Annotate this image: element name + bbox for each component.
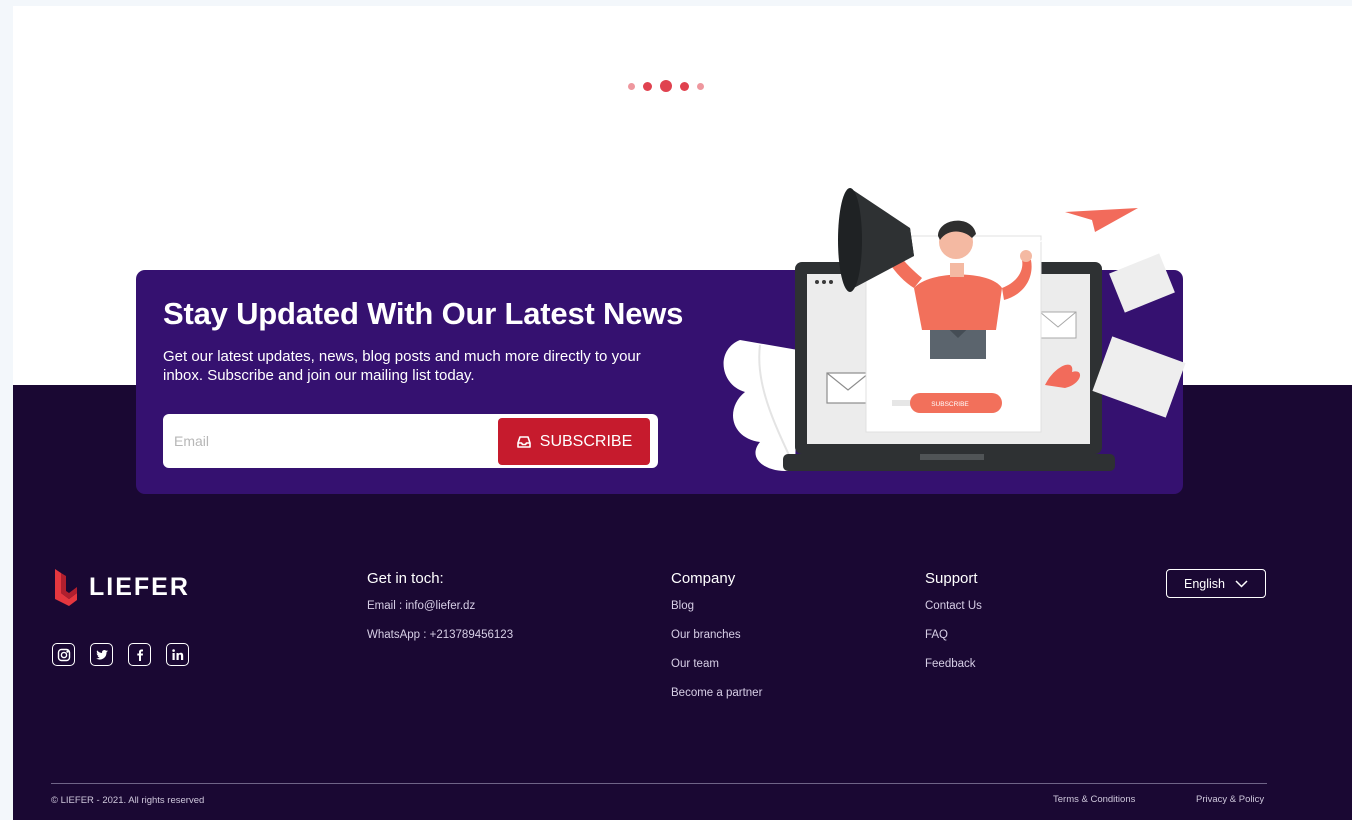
social-links <box>52 643 189 666</box>
carousel-dot-4[interactable] <box>680 81 689 91</box>
carousel-dot-5[interactable] <box>697 82 704 90</box>
liefer-logo-icon <box>55 569 77 606</box>
facebook-link[interactable] <box>128 643 151 666</box>
twitter-link[interactable] <box>90 643 113 666</box>
newsletter-title: Stay Updated With Our Latest News <box>163 296 684 331</box>
carousel-dots <box>628 80 704 92</box>
company-link-blog[interactable]: Blog <box>671 599 762 628</box>
newsletter-form: SUBSCRIBE <box>163 414 658 468</box>
email-input[interactable] <box>163 414 493 468</box>
support-link-contact[interactable]: Contact Us <box>925 599 982 628</box>
company-link-branches[interactable]: Our branches <box>671 628 762 657</box>
copyright-text: © LIEFER - 2021. All rights reserved <box>51 795 205 806</box>
chevron-down-icon <box>1235 579 1248 588</box>
instagram-link[interactable] <box>52 643 75 666</box>
carousel-dot-2[interactable] <box>643 81 652 91</box>
instagram-icon <box>57 648 70 661</box>
support-link-feedback[interactable]: Feedback <box>925 657 982 686</box>
newsletter-illustration: SUBSCRIBE <box>723 188 1186 471</box>
linkedin-icon <box>171 648 183 660</box>
twitter-icon <box>95 649 108 660</box>
contact-title: Get in toch: <box>367 570 444 587</box>
contact-email[interactable]: Email : info@liefer.dz <box>367 599 513 628</box>
company-column: Company Blog Our branches Our team Becom… <box>671 570 762 715</box>
linkedin-link[interactable] <box>166 643 189 666</box>
subscribe-label: SUBSCRIBE <box>539 432 633 450</box>
footer-divider <box>51 783 1267 784</box>
company-title: Company <box>671 570 736 587</box>
privacy-link[interactable]: Privacy & Policy <box>1196 794 1264 805</box>
company-link-partner[interactable]: Become a partner <box>671 686 762 715</box>
contact-whatsapp[interactable]: WhatsApp : +213789456123 <box>367 628 513 657</box>
inbox-icon <box>516 435 531 448</box>
company-link-team[interactable]: Our team <box>671 657 762 686</box>
language-select[interactable]: English <box>1166 569 1266 598</box>
language-label: English <box>1184 576 1225 591</box>
contact-column: Get in toch: Email : info@liefer.dz What… <box>367 570 513 657</box>
brand-name: LIEFER <box>89 572 190 601</box>
brand-logo[interactable]: LIEFER <box>51 567 190 607</box>
support-column: Support Contact Us FAQ Feedback <box>925 570 982 686</box>
newsletter-description: Get our latest updates, news, blog posts… <box>163 348 641 384</box>
carousel-dot-1[interactable] <box>628 82 635 90</box>
facebook-icon <box>136 649 143 661</box>
illustration-subscribe-label: SUBSCRIBE <box>931 401 969 408</box>
subscribe-button[interactable]: SUBSCRIBE <box>498 418 650 465</box>
carousel-dot-3-active[interactable] <box>660 80 672 92</box>
support-title: Support <box>925 570 978 587</box>
terms-link[interactable]: Terms & Conditions <box>1053 794 1135 805</box>
support-link-faq[interactable]: FAQ <box>925 628 982 657</box>
